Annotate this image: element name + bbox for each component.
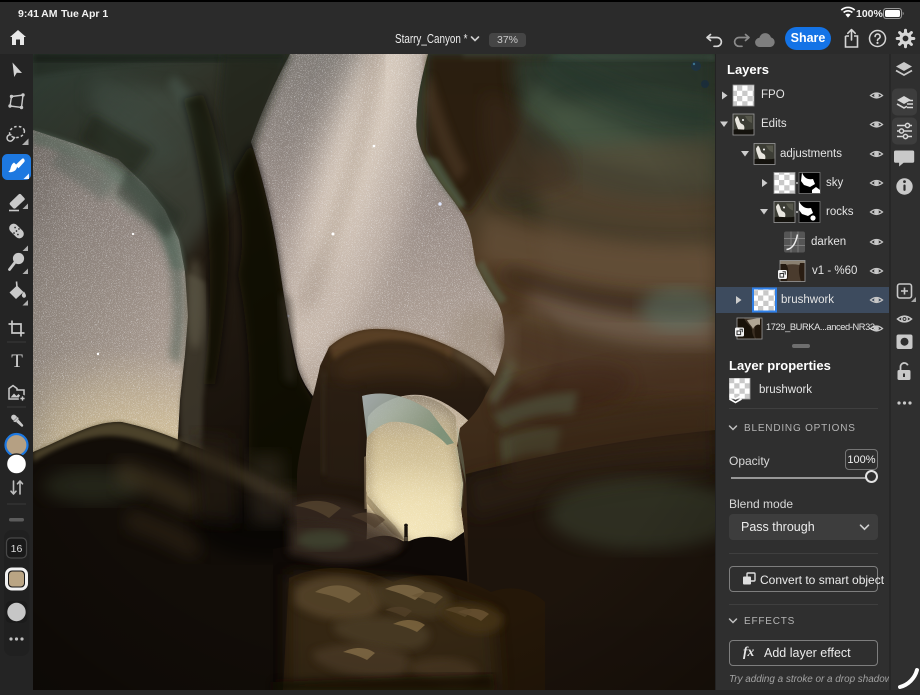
svg-text:T: T — [11, 351, 23, 372]
svg-text:16: 16 — [11, 543, 23, 555]
